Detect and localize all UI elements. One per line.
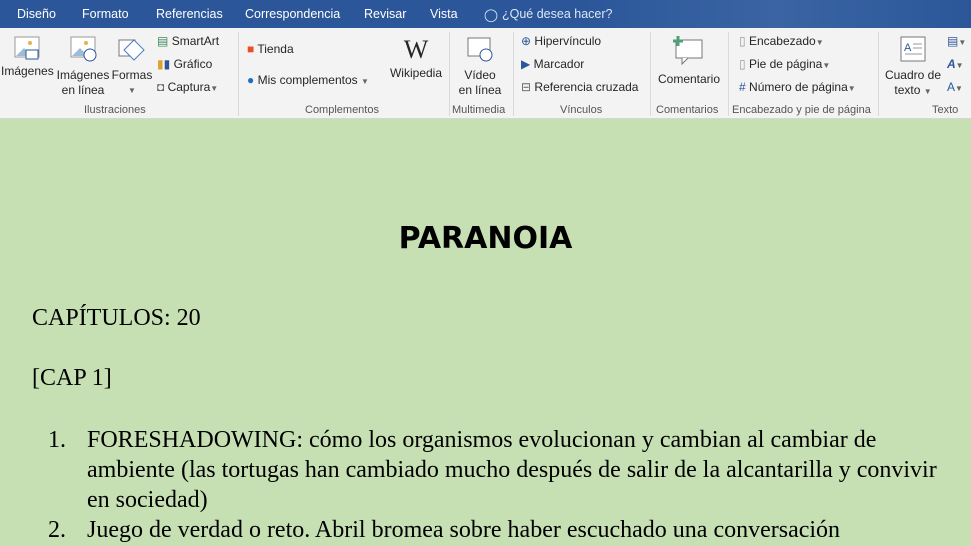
tab-correspondencia[interactable]: Correspondencia [245,7,340,21]
list-item: 2. Juego de verdad o reto. Abril bromea s… [48,515,958,545]
chart-icon: ▮ [157,57,164,71]
drop-cap-button[interactable]: A▼ [947,80,963,94]
chapter-heading: [CAP 1] [32,365,112,391]
group-ilustraciones: Ilustraciones [84,104,146,116]
cross-reference-icon: ⊟ [521,80,532,94]
comentario-label: Comentario [657,72,721,86]
numero-de-pagina-button[interactable]: # Número de página▼ [739,80,856,94]
imagenes-label: Imágenes [1,64,54,78]
comentario-button[interactable]: Comentario [655,34,723,87]
group-vinculos: Vínculos [560,104,603,116]
tab-referencias[interactable]: Referencias [156,7,223,21]
screenshot-icon: ◘ [157,80,165,94]
tab-vista[interactable]: Vista [430,7,458,21]
list-number: 1. [48,427,66,453]
quick-parts-button[interactable]: ▤▼ [947,34,966,48]
tab-diseno[interactable]: Diseño [17,7,56,21]
wikipedia-label: Wikipedia [389,66,443,80]
divider [728,32,729,116]
referencia-cruzada-button[interactable]: ⊟ Referencia cruzada [521,80,638,94]
encabezado-button[interactable]: ▯ Encabezado▼ [739,34,824,48]
image-icon [14,36,40,60]
shapes-icon [118,39,145,61]
imagenes-linea-label: Imágenes [56,68,110,82]
mis-complementos-button[interactable]: ● Mis complementos ▼ [247,73,369,87]
wordart-button[interactable]: A▼ [947,57,964,71]
comment-icon [673,36,703,66]
bookmark-icon: ▶ [521,57,531,71]
online-image-icon [70,36,97,62]
svg-text:A: A [904,42,912,54]
encabezado-label: Encabezado [748,34,816,48]
page-number-icon: # [739,80,746,94]
pie-label: Pie de página [748,57,823,71]
divider [449,32,450,116]
grafico-label: Gráfico [173,57,213,71]
textbox-icon: A [900,36,926,62]
hipervinculo-label: Hipervínculo [534,34,602,48]
tienda-label: Tienda [257,42,294,56]
smartart-icon: ▤ [157,34,169,48]
cuadro-label: Cuadro de [884,68,942,82]
group-texto: Texto [932,104,959,116]
ribbon: Imágenes Imágenes en línea Formas ▼ ▤ Smar… [0,28,971,119]
video-label-2: en línea [458,83,502,97]
imagenes-en-linea-button[interactable]: Imágenes en línea [56,34,110,98]
video-en-linea-button[interactable]: Vídeo en línea [455,34,505,98]
tab-revisar[interactable]: Revisar [364,7,406,21]
numero-label: Número de página [749,80,848,94]
tab-formato[interactable]: Formato [82,7,129,21]
smartart-button[interactable]: ▤ SmartArt [157,34,219,48]
formas-label: Formas [111,68,153,82]
formas-button[interactable]: Formas ▼ [111,34,153,98]
group-comentarios: Comentarios [656,104,719,116]
tell-me-input[interactable]: ¿Qué desea hacer? [502,7,613,21]
imagenes-button[interactable]: Imágenes [1,34,54,79]
tienda-button[interactable]: ■ Tienda [247,42,294,56]
ribbon-tab-bar: Diseño Formato Referencias Correspondenc… [0,0,971,28]
cuadro-de-texto-button[interactable]: A Cuadro de texto ▼ [883,34,943,99]
divider [513,32,514,116]
pie-de-pagina-button[interactable]: ▯ Pie de página▼ [739,57,830,71]
divider [650,32,651,116]
list-text: Juego de verdad o reto. Abril bromea sob… [87,517,841,543]
online-video-icon [467,37,493,62]
divider [878,32,879,116]
grafico-button[interactable]: ▮▮ Gráfico [157,57,212,71]
chapters-line: CAPÍTULOS: 20 [32,305,201,331]
captura-label: Captura [167,80,211,94]
mis-complementos-label: Mis complementos [257,73,358,87]
referencia-label: Referencia cruzada [534,80,639,94]
cuadro-label-2: texto ▼ [894,83,932,97]
imagenes-linea-label-2: en línea [61,83,105,97]
wikipedia-button[interactable]: W Wikipedia [387,34,445,81]
chevron-down-icon: ▼ [128,86,136,95]
marcador-button[interactable]: ▶ Marcador [521,57,584,71]
header-icon: ▯ [739,34,746,48]
video-label: Vídeo [464,68,496,82]
lightbulb-icon: ◯ [484,8,498,22]
list-text: FORESHADOWING: cómo los organismos evolu… [87,427,937,513]
document-title: PARANOIA [398,221,573,256]
addins-icon: ● [247,73,255,87]
group-encabezado: Encabezado y pie de página [732,104,871,116]
divider [238,32,239,116]
hipervinculo-button[interactable]: ⊕ Hipervínculo [521,34,601,48]
document-page[interactable]: PARANOIA CAPÍTULOS: 20 [CAP 1] 1. FORESHA… [0,119,971,546]
group-multimedia: Multimedia [452,104,506,116]
wikipedia-icon: W [403,35,429,64]
list-item: 1. FORESHADOWING: cómo los organismos evo… [48,425,958,515]
footer-icon: ▯ [739,57,746,71]
captura-button[interactable]: ◘ Captura▼ [157,80,218,94]
hyperlink-icon: ⊕ [521,34,532,48]
marcador-label: Marcador [533,57,585,71]
notes-list: 1. FORESHADOWING: cómo los organismos evo… [48,425,958,545]
smartart-label: SmartArt [171,34,220,48]
group-complementos: Complementos [305,104,379,116]
store-icon: ■ [247,42,255,56]
list-number: 2. [48,517,66,543]
